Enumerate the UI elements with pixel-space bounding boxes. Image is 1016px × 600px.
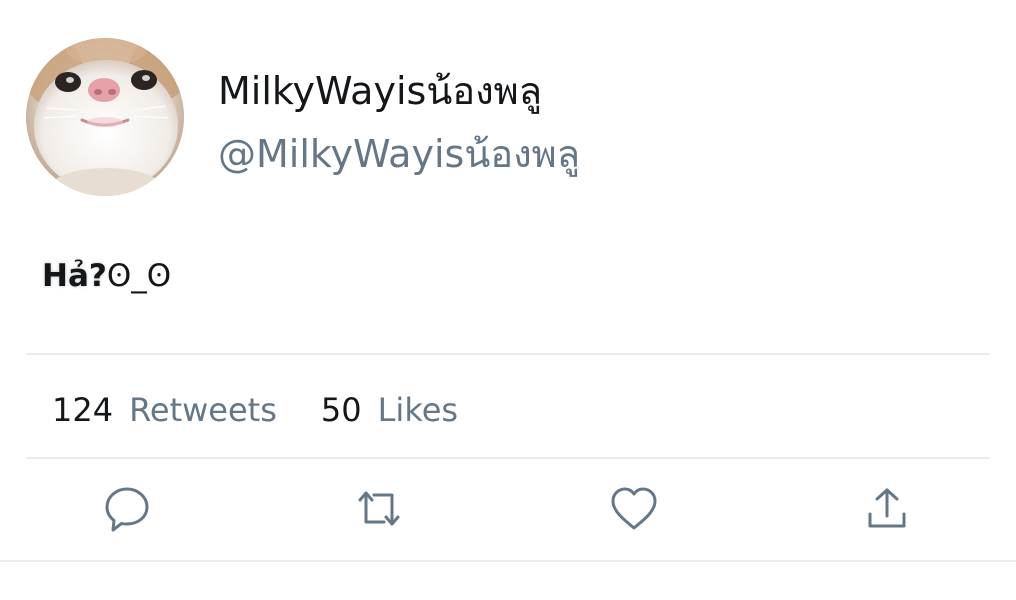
divider [26, 457, 990, 459]
tweet-text-emoticon: ʘ_ʘ [106, 258, 172, 294]
tweet-text: Hả?ʘ_ʘ [42, 252, 171, 300]
tweet-stats: 124 Retweets 50 Likes [52, 386, 458, 434]
share-button[interactable] [862, 484, 912, 534]
retweets-label: Retweets [129, 391, 277, 429]
divider [26, 353, 990, 355]
retweet-icon [358, 491, 400, 526]
likes-stat[interactable]: 50 Likes [321, 386, 458, 434]
avatar[interactable] [26, 38, 184, 196]
retweet-button[interactable] [354, 484, 404, 534]
like-button[interactable] [609, 484, 659, 534]
divider [0, 560, 1016, 562]
share-icon [868, 488, 906, 528]
author-handle[interactable]: @MilkyWayisน้องพลู [218, 130, 580, 178]
retweets-stat[interactable]: 124 Retweets [52, 386, 277, 434]
tweet-text-bold: Hả? [42, 258, 107, 294]
cat-avatar-image [26, 38, 184, 196]
reply-button[interactable] [102, 484, 152, 534]
retweets-count: 124 [52, 391, 114, 429]
likes-count: 50 [320, 391, 362, 429]
likes-label: Likes [377, 391, 459, 429]
heart-icon [611, 487, 657, 530]
author-display-name[interactable]: MilkyWayisน้องพลู [218, 67, 542, 115]
reply-icon [105, 487, 149, 532]
